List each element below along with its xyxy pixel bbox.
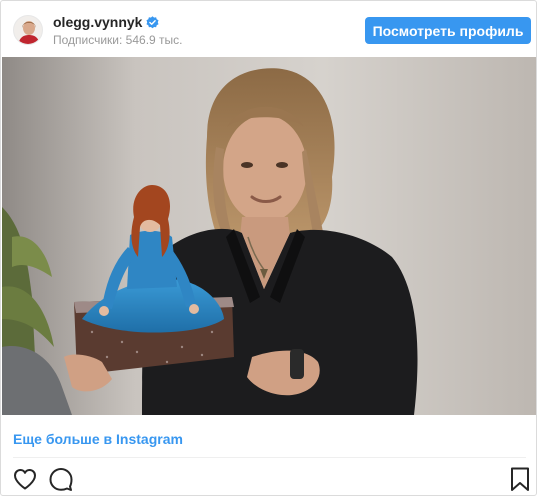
bookmark-icon[interactable]	[509, 466, 531, 492]
username[interactable]: olegg.vynnyk	[53, 14, 142, 30]
heart-icon[interactable]	[12, 466, 38, 492]
comment-icon[interactable]	[48, 466, 74, 492]
divider	[13, 457, 526, 458]
post-header: olegg.vynnyk Подписчики: 546.9 тыс. Посм…	[1, 1, 536, 57]
followers-count: Подписчики: 546.9 тыс.	[53, 33, 183, 47]
avatar-image	[14, 16, 42, 44]
view-profile-button[interactable]: Посмотреть профиль	[365, 17, 531, 44]
post-image	[2, 57, 536, 415]
avatar[interactable]	[13, 15, 43, 45]
user-info: olegg.vynnyk Подписчики: 546.9 тыс.	[53, 13, 183, 48]
username-row: olegg.vynnyk	[53, 13, 183, 31]
post-photo[interactable]	[2, 57, 536, 415]
verified-badge-icon	[146, 15, 159, 29]
more-on-instagram-link[interactable]: Еще больше в Instagram	[13, 429, 183, 449]
instagram-embed: olegg.vynnyk Подписчики: 546.9 тыс. Посм…	[0, 0, 537, 496]
action-bar	[1, 464, 536, 494]
